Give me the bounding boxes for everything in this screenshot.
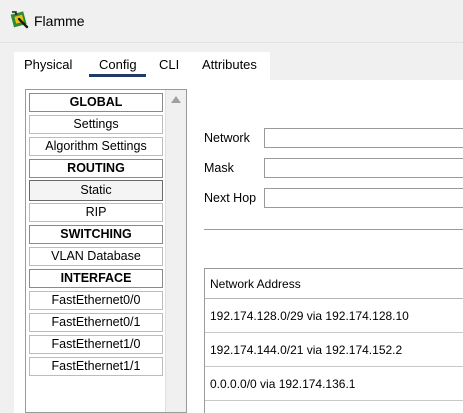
tab-bar: Physical Config CLI Attributes bbox=[14, 52, 270, 80]
sidebar-item-fastethernet0-0[interactable]: FastEthernet0/0 bbox=[29, 291, 163, 310]
sidebar-header-interface[interactable]: INTERFACE bbox=[29, 269, 163, 288]
route-row[interactable]: 192.174.144.0/21 via 192.174.152.2 bbox=[205, 333, 463, 367]
sidebar-item-algorithm-settings[interactable]: Algorithm Settings bbox=[29, 137, 163, 156]
config-sidebar: GLOBAL Settings Algorithm Settings ROUTI… bbox=[25, 89, 187, 413]
sidebar-scrollbar[interactable] bbox=[165, 90, 186, 412]
network-label: Network bbox=[204, 131, 250, 145]
router-icon bbox=[10, 11, 29, 29]
tab-cli[interactable]: CLI bbox=[159, 57, 179, 72]
sidebar-item-fastethernet0-1[interactable]: FastEthernet0/1 bbox=[29, 313, 163, 332]
tab-physical[interactable]: Physical bbox=[24, 57, 72, 72]
mask-label: Mask bbox=[204, 161, 234, 175]
sidebar-header-routing[interactable]: ROUTING bbox=[29, 159, 163, 178]
mask-input[interactable] bbox=[264, 158, 463, 178]
route-table-header: Network Address bbox=[205, 269, 463, 299]
network-input[interactable] bbox=[264, 128, 463, 148]
sidebar-item-fastethernet1-1[interactable]: FastEthernet1/1 bbox=[29, 357, 163, 376]
sidebar-header-switching[interactable]: SWITCHING bbox=[29, 225, 163, 244]
route-row[interactable]: 192.174.128.0/29 via 192.174.128.10 bbox=[205, 299, 463, 333]
sidebar-item-fastethernet1-0[interactable]: FastEthernet1/0 bbox=[29, 335, 163, 354]
title-bar: Flamme bbox=[0, 0, 463, 43]
sidebar-item-static[interactable]: Static bbox=[29, 180, 163, 201]
window-title: Flamme bbox=[34, 13, 85, 29]
next-hop-input[interactable] bbox=[264, 188, 463, 208]
sidebar-item-vlan-database[interactable]: VLAN Database bbox=[29, 247, 163, 266]
form-divider bbox=[204, 229, 463, 233]
active-tab-indicator bbox=[89, 74, 146, 77]
route-row[interactable]: 0.0.0.0/0 via 192.174.136.1 bbox=[205, 367, 463, 401]
next-hop-label: Next Hop bbox=[204, 191, 257, 205]
tab-attributes[interactable]: Attributes bbox=[202, 57, 257, 72]
route-table: Network Address 192.174.128.0/29 via 192… bbox=[204, 268, 463, 413]
tab-config[interactable]: Config bbox=[99, 57, 137, 72]
scroll-up-arrow-icon[interactable] bbox=[171, 96, 181, 103]
sidebar-header-global[interactable]: GLOBAL bbox=[29, 93, 163, 112]
sidebar-item-rip[interactable]: RIP bbox=[29, 203, 163, 222]
sidebar-item-settings[interactable]: Settings bbox=[29, 115, 163, 134]
